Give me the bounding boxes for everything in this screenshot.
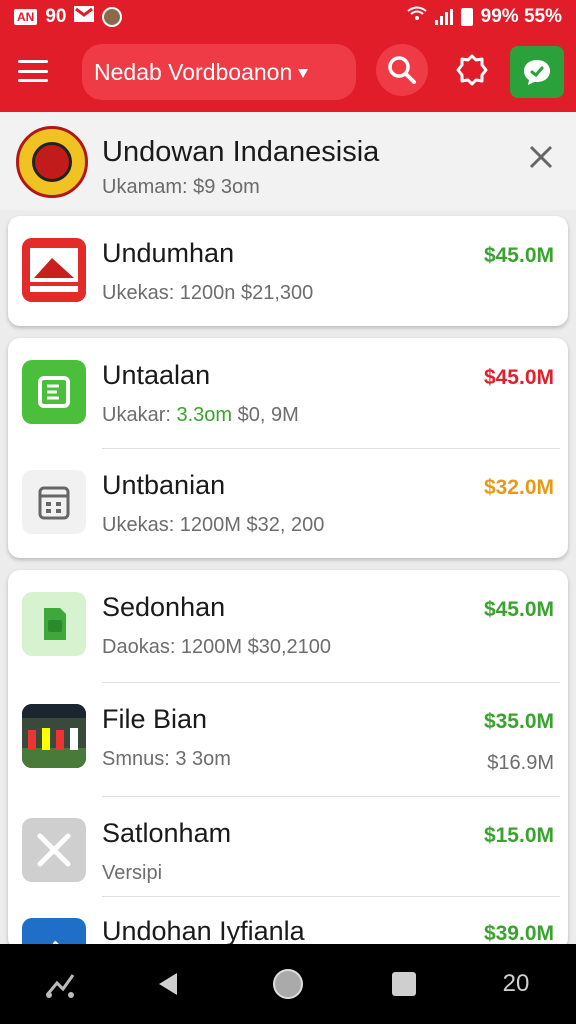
- item-price: $35.0M: [483, 710, 554, 733]
- item-title: Sedonhan: [102, 592, 226, 622]
- recents-icon[interactable]: [384, 964, 424, 1004]
- item-title: Untaalan: [102, 360, 211, 390]
- calculator-icon: [22, 470, 86, 534]
- item-title: Satlonham: [102, 818, 232, 848]
- item-title: Undumhan: [102, 238, 235, 268]
- list-item[interactable]: Untaalan Ukakar: 3.3om $0, 9M $45.0M: [8, 338, 568, 448]
- gmail-icon: [74, 6, 95, 28]
- item-price: $45.0M: [483, 366, 554, 389]
- battery-status: 99% 55%: [480, 6, 562, 27]
- dropdown-icon: [296, 59, 310, 86]
- list-item[interactable]: Undohan Iyfianla $39.0M: [8, 896, 568, 950]
- chat-icon[interactable]: [510, 46, 564, 98]
- status-time: 90: [45, 6, 67, 27]
- green-e-app-icon: [22, 360, 86, 424]
- list-item[interactable]: Undumhan Ukekas: 1200n $21,300 $45.0M: [8, 216, 568, 326]
- red-app-icon: [22, 238, 86, 302]
- wifi-icon: [407, 6, 427, 28]
- status-badge: AN: [14, 9, 38, 25]
- home-icon[interactable]: [268, 964, 308, 1004]
- photo-thumbnail: [22, 704, 86, 768]
- card-3: Sedonhan Daokas: 1200M $30,2100 $45.0M F…: [8, 570, 568, 950]
- list-item[interactable]: Satlonham Versipi $15.0M: [8, 796, 568, 906]
- item-subtitle: Ukekas: 1200M $32, 200: [102, 514, 325, 536]
- status-bar: AN 90 99% 55%: [0, 0, 576, 34]
- navigation-bar: 20: [0, 944, 576, 1024]
- banner-title: Undowan Indanesisia: [102, 136, 380, 168]
- item-subtitle: Daokas: 1200M $30,2100: [102, 636, 332, 658]
- banner-subtitle: Ukamam: $9 3om: [102, 176, 260, 198]
- apps-icon[interactable]: 20: [496, 964, 536, 1004]
- item-title: Untbanian: [102, 470, 226, 500]
- card-1: Undumhan Ukekas: 1200n $21,300 $45.0M: [8, 216, 568, 326]
- list-item[interactable]: Sedonhan Daokas: 1200M $30,2100 $45.0M: [8, 570, 568, 680]
- green-file-icon: [22, 592, 86, 656]
- item-price: $45.0M: [483, 598, 554, 621]
- list-item[interactable]: File Bian Smnus: 3 3om $35.0M $16.9M: [8, 682, 568, 792]
- item-subtitle: Smnus: 3 3om: [102, 748, 231, 770]
- subtitle-prefix: Ukakar:: [102, 404, 177, 426]
- item-subtitle: Ukekas: 1200n $21,300: [102, 282, 314, 304]
- item-subtitle: Versipi: [102, 862, 163, 884]
- item-title: Undohan Iyfianla: [102, 916, 305, 946]
- item-price: $45.0M: [483, 244, 554, 267]
- emblem-logo: [16, 126, 88, 198]
- apps-label: 20: [502, 970, 530, 997]
- app-bar: Nedab Vordboanon: [0, 34, 576, 112]
- header-banner: Undowan Indanesisia Ukamam: $9 3om: [0, 112, 576, 210]
- item-title: File Bian: [102, 704, 208, 734]
- gear-icon[interactable]: [446, 44, 498, 96]
- card-2: Untaalan Ukakar: 3.3om $0, 9M $45.0M Unt…: [8, 338, 568, 558]
- signal-icon[interactable]: [40, 964, 80, 1004]
- avatar-icon: [102, 7, 123, 27]
- list-item[interactable]: Untbanian Ukekas: 1200M $32, 200 $32.0M: [8, 448, 568, 558]
- close-icon[interactable]: [526, 142, 556, 172]
- tools-icon: [22, 818, 86, 882]
- search-text: Nedab Vordboanon: [94, 58, 293, 85]
- battery-icon: [460, 8, 473, 26]
- search-icon[interactable]: [376, 44, 428, 96]
- item-price: $32.0M: [483, 476, 554, 499]
- subtitle-rest: $0, 9M: [232, 404, 299, 426]
- search-bar[interactable]: Nedab Vordboanon: [82, 44, 356, 100]
- item-price: $15.0M: [483, 824, 554, 847]
- signal-icon: [434, 9, 453, 25]
- item-subtitle: Ukakar: 3.3om $0, 9M: [102, 404, 299, 427]
- item-price: $39.0M: [483, 922, 554, 945]
- item-price-secondary: $16.9M: [487, 752, 554, 774]
- subtitle-highlight: 3.3om: [176, 404, 233, 426]
- back-icon[interactable]: [148, 964, 188, 1004]
- menu-icon[interactable]: [16, 56, 50, 86]
